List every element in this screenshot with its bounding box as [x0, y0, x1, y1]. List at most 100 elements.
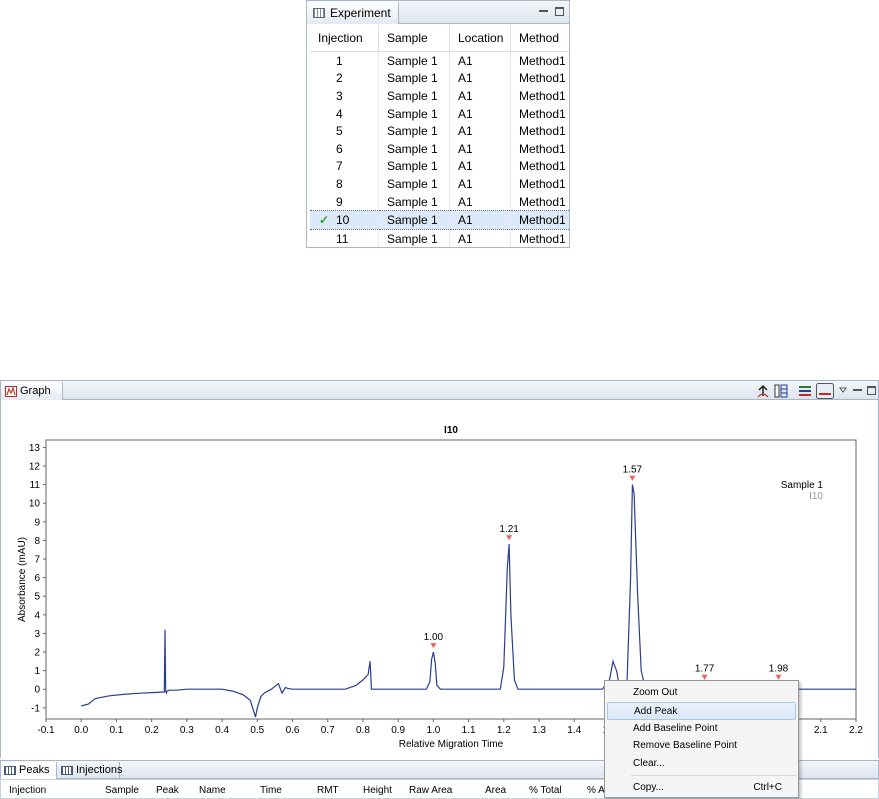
- maximize-icon[interactable]: [867, 386, 876, 395]
- tab-injections[interactable]: Injections: [58, 762, 122, 780]
- cell-text: A1: [458, 124, 473, 139]
- minimize-icon[interactable]: [853, 386, 862, 391]
- y-tick-label: 10: [29, 499, 41, 510]
- table-row[interactable]: 1 Sample 1 A1 Method1: [310, 51, 569, 70]
- column-header-raw-area[interactable]: Raw Area: [409, 785, 452, 796]
- overlay-icon[interactable]: [798, 384, 812, 398]
- table-row[interactable]: 4 Sample 1 A1 Method1: [310, 104, 569, 123]
- x-tick-label: 0.6: [286, 725, 300, 736]
- column-header-injection[interactable]: Injection: [9, 785, 46, 796]
- table-row[interactable]: 3 Sample 1 A1 Method1: [310, 87, 569, 105]
- column-header-height[interactable]: Height: [363, 785, 392, 796]
- column-header-rmt[interactable]: RMT: [317, 785, 339, 796]
- cell-method: Method1: [510, 122, 569, 140]
- legend-sample: Sample 1: [781, 480, 824, 491]
- stack-view-icon[interactable]: [816, 383, 834, 399]
- view-menu-icon[interactable]: [839, 384, 847, 398]
- align-peaks-icon[interactable]: [756, 384, 770, 398]
- cell-text: 10: [336, 213, 350, 228]
- x-tick-label: 0.7: [321, 725, 335, 736]
- table-row[interactable]: 8 Sample 1 A1 Method1: [310, 175, 569, 193]
- column-header-peak[interactable]: Peak: [156, 785, 179, 796]
- minimize-icon[interactable]: [539, 7, 548, 12]
- cell-sample: Sample 1: [378, 51, 450, 70]
- cell-text: Method1: [519, 231, 566, 246]
- peak-table-icon[interactable]: [774, 384, 788, 398]
- cell-injection: 1: [310, 51, 379, 70]
- y-tick-label: 0: [34, 685, 40, 696]
- column-header-injection[interactable]: Injection: [310, 25, 379, 52]
- tab-experiment[interactable]: Experiment: [307, 2, 399, 24]
- cell-injection: 3: [310, 87, 379, 105]
- cell-text: A1: [458, 106, 473, 121]
- y-tick-label: 5: [34, 592, 40, 603]
- x-tick-label: 0.3: [180, 725, 194, 736]
- cell-injection: 8: [310, 175, 379, 193]
- experiment-tabbar: Experiment: [306, 0, 570, 24]
- cell-method: Method1: [510, 87, 569, 105]
- chart-title: I10: [444, 425, 458, 436]
- table-row[interactable]: ✓ 10 Sample 1 A1 Method1: [310, 210, 569, 230]
- table-row[interactable]: 2 Sample 1 A1 Method1: [310, 69, 569, 88]
- cell-sample: Sample 1: [378, 87, 450, 105]
- table-row[interactable]: 7 Sample 1 A1 Method1: [310, 157, 569, 176]
- y-tick-label: 6: [34, 573, 40, 584]
- y-tick-label: 2: [34, 648, 40, 659]
- cell-injection: 5: [310, 122, 379, 140]
- menu-item-copy[interactable]: Copy... Ctrl+C: [607, 779, 796, 797]
- menu-item-label: Add Baseline Point: [633, 723, 718, 734]
- cell-text: 8: [336, 176, 343, 191]
- cell-location: A1: [449, 157, 511, 176]
- cell-text: Sample 1: [387, 106, 438, 121]
- table-row[interactable]: 9 Sample 1 A1 Method1: [310, 192, 569, 211]
- y-tick-label: -1: [31, 703, 40, 714]
- cell-location: A1: [449, 87, 511, 105]
- plot-area: [45, 439, 857, 720]
- cell-sample: Sample 1: [378, 229, 450, 247]
- menu-item-remove-baseline-point[interactable]: Remove Baseline Point: [607, 737, 796, 755]
- tab-graph[interactable]: Graph: [1, 382, 63, 401]
- cell-text: Method1: [519, 124, 566, 139]
- cell-sample: Sample 1: [378, 69, 450, 88]
- table-row[interactable]: 5 Sample 1 A1 Method1: [310, 122, 569, 140]
- table-row[interactable]: 11 Sample 1 A1 Method1: [310, 229, 569, 247]
- menu-item-zoom-out[interactable]: Zoom Out: [607, 684, 796, 702]
- cell-text: Sample 1: [387, 231, 438, 246]
- x-tick-label: 0.1: [109, 725, 123, 736]
- cell-location: A1: [449, 69, 511, 88]
- cell-method: Method1: [510, 192, 569, 211]
- cell-text: Method1: [519, 159, 566, 174]
- cell-text: A1: [458, 159, 473, 174]
- column-header-location[interactable]: Location: [449, 25, 511, 52]
- menu-item-add-peak[interactable]: Add Peak: [607, 702, 796, 720]
- column-header-name[interactable]: Name: [199, 785, 226, 796]
- x-tick-label: 1.1: [462, 725, 476, 736]
- cell-text: Sample 1: [387, 53, 438, 68]
- column-header-time[interactable]: Time: [260, 785, 282, 796]
- cell-sample: Sample 1: [378, 157, 450, 176]
- maximize-icon[interactable]: [555, 7, 564, 16]
- column-header-percent-total[interactable]: % Total: [529, 785, 562, 796]
- y-tick-label: 8: [34, 536, 40, 547]
- column-header-sample[interactable]: Sample: [105, 785, 139, 796]
- context-menu: Zoom Out Add Peak Add Baseline Point Remove…: [604, 680, 799, 798]
- column-header-percent-a[interactable]: % A: [587, 785, 605, 796]
- column-header-method[interactable]: Method: [510, 25, 569, 52]
- x-tick-label: 0.5: [250, 725, 264, 736]
- menu-item-clear[interactable]: Clear...: [607, 755, 796, 773]
- cell-text: A1: [458, 88, 473, 103]
- graph-tab-label: Graph: [20, 385, 51, 397]
- column-header-area[interactable]: Area: [485, 785, 506, 796]
- cell-text: 5: [336, 124, 343, 139]
- cell-text: Method1: [519, 71, 566, 86]
- menu-item-add-baseline-point[interactable]: Add Baseline Point: [607, 720, 796, 738]
- cell-injection: 11: [310, 229, 379, 247]
- column-header-sample[interactable]: Sample: [378, 25, 450, 52]
- table-row[interactable]: 6 Sample 1 A1 Method1: [310, 139, 569, 158]
- tab-peaks[interactable]: Peaks: [1, 762, 57, 780]
- y-tick-label: 11: [30, 480, 41, 491]
- checkmark-icon: ✓: [319, 213, 330, 228]
- cell-text: Sample 1: [387, 71, 438, 86]
- x-tick-label: 0.9: [391, 725, 405, 736]
- graph-icon: [5, 386, 17, 397]
